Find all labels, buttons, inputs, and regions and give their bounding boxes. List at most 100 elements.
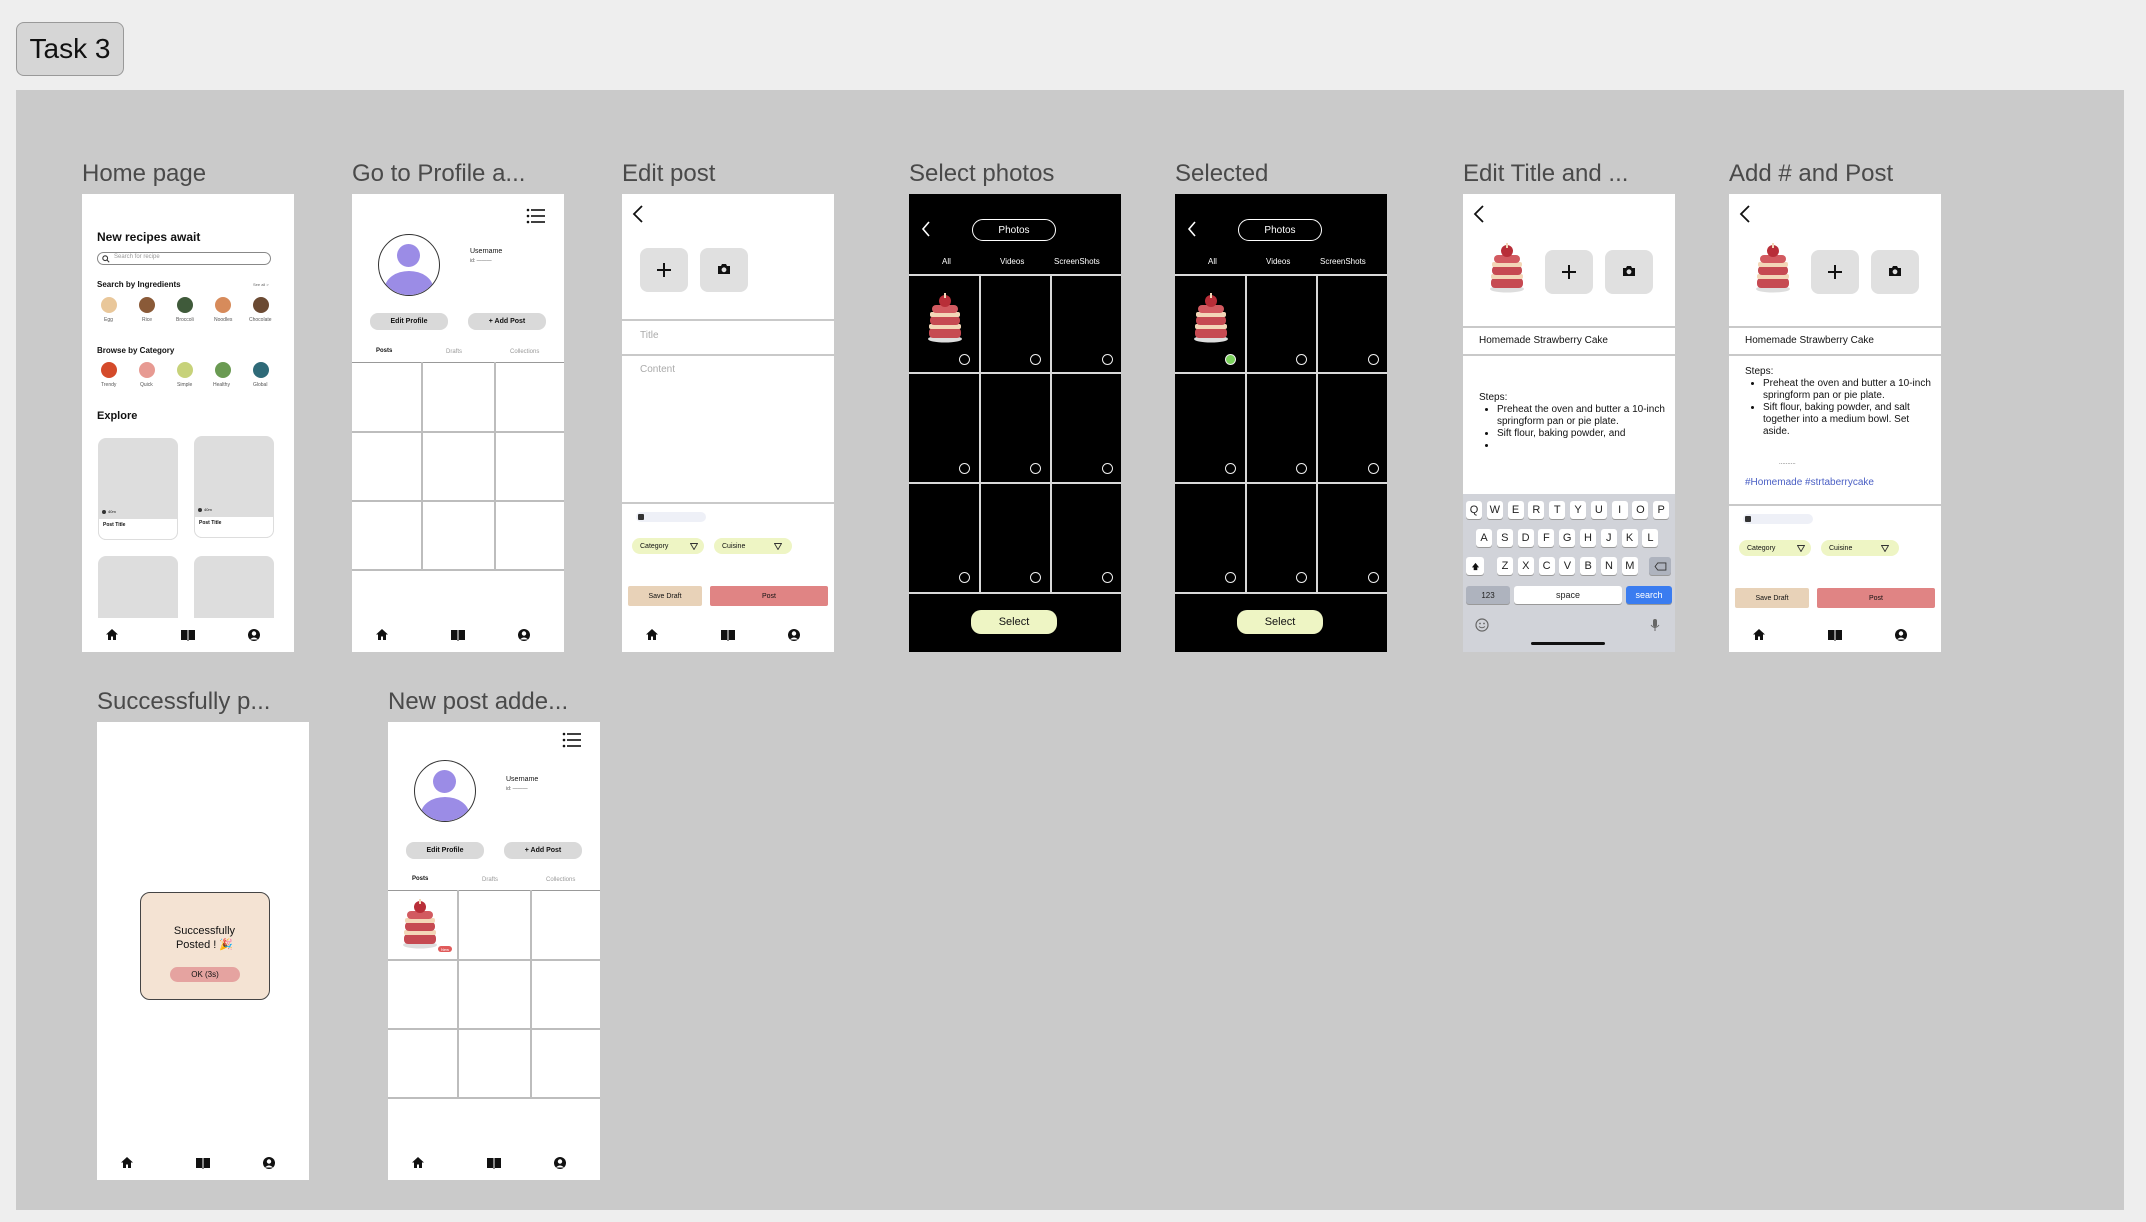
photos-tab[interactable]: Photos: [1238, 219, 1322, 241]
tab-posts[interactable]: Posts: [412, 876, 428, 882]
book-icon[interactable]: [195, 1156, 211, 1170]
emoji-icon[interactable]: [1475, 618, 1489, 637]
selected-check[interactable]: [1225, 354, 1236, 365]
home-icon[interactable]: [120, 1156, 134, 1169]
key-n[interactable]: N: [1601, 557, 1617, 575]
home-icon[interactable]: [375, 628, 389, 641]
tab-collections[interactable]: Collections: [546, 877, 575, 883]
save-draft-button[interactable]: Save Draft: [628, 586, 702, 606]
back-icon[interactable]: [921, 220, 931, 238]
frame-profile[interactable]: Username id: ——— Edit Profile + Add Post…: [352, 194, 564, 652]
home-icon[interactable]: [645, 628, 659, 641]
task-label[interactable]: Task 3: [16, 22, 124, 76]
profile-icon[interactable]: [1894, 628, 1908, 642]
strawberry-cake-thumbnail[interactable]: [1753, 242, 1793, 294]
explore-card[interactable]: [194, 556, 274, 618]
select-circle[interactable]: [1368, 463, 1379, 474]
profile-icon[interactable]: [247, 628, 261, 642]
edit-profile-button[interactable]: Edit Profile: [370, 313, 448, 330]
select-button[interactable]: Select: [1237, 610, 1323, 634]
profile-icon[interactable]: [262, 1156, 276, 1170]
key-b[interactable]: B: [1580, 557, 1597, 575]
avatar[interactable]: [378, 234, 440, 296]
frame-title-select[interactable]: Select photos: [909, 160, 1054, 188]
frame-title-edit[interactable]: Edit post: [622, 160, 715, 188]
key-y[interactable]: Y: [1570, 501, 1586, 519]
key-f[interactable]: F: [1538, 529, 1555, 547]
select-circle[interactable]: [1102, 463, 1113, 474]
hashtags[interactable]: #Homemade #strtaberrycake: [1745, 477, 1874, 488]
frame-title-profile[interactable]: Go to Profile a...: [352, 160, 525, 188]
home-icon[interactable]: [411, 1156, 425, 1169]
cuisine-dropdown[interactable]: Cuisine: [714, 538, 792, 554]
add-photo-button[interactable]: [1545, 250, 1593, 294]
shift-key[interactable]: [1466, 557, 1484, 575]
frame-title-edit-title[interactable]: Edit Title and ...: [1463, 160, 1628, 188]
tab-all[interactable]: All: [1208, 257, 1217, 266]
select-circle[interactable]: [1102, 572, 1113, 583]
select-circle[interactable]: [1225, 463, 1236, 474]
key-c[interactable]: C: [1538, 557, 1555, 575]
key-h[interactable]: H: [1580, 529, 1596, 547]
book-icon[interactable]: [450, 628, 466, 642]
frame-title-success[interactable]: Successfully p...: [97, 688, 270, 716]
book-icon[interactable]: [180, 628, 196, 642]
tab-drafts[interactable]: Drafts: [482, 877, 498, 883]
frame-title-home[interactable]: Home page: [82, 160, 206, 188]
select-circle[interactable]: [1225, 572, 1236, 583]
add-post-button[interactable]: + Add Post: [468, 313, 546, 330]
healthy-icon[interactable]: [215, 362, 231, 378]
tab-videos[interactable]: Videos: [1266, 257, 1290, 266]
frame-edit-post[interactable]: Title Content Category Cuisine Save Draf…: [622, 194, 834, 652]
select-circle[interactable]: [959, 572, 970, 583]
avatar[interactable]: [414, 760, 476, 822]
back-icon[interactable]: [1739, 204, 1751, 224]
home-icon[interactable]: [1752, 628, 1766, 641]
key-t[interactable]: T: [1549, 501, 1566, 519]
search-input[interactable]: Search for recipe: [97, 252, 271, 265]
key-z[interactable]: Z: [1497, 557, 1513, 575]
category-dropdown[interactable]: Category: [632, 538, 704, 554]
key-d[interactable]: D: [1517, 529, 1534, 547]
menu-icon[interactable]: [526, 208, 546, 224]
tab-drafts[interactable]: Drafts: [446, 349, 462, 355]
frame-title-add-tag[interactable]: Add # and Post: [1729, 160, 1893, 188]
tab-all[interactable]: All: [942, 257, 951, 266]
frame-add-tag[interactable]: Homemade Strawberry Cake Steps: Preheat …: [1729, 194, 1941, 652]
frame-title-selected[interactable]: Selected: [1175, 160, 1268, 188]
frame-home[interactable]: New recipes await Search for recipe Sear…: [82, 194, 294, 652]
key-s[interactable]: S: [1496, 529, 1513, 547]
post-button[interactable]: Post: [1817, 588, 1935, 608]
post-title-input[interactable]: Homemade Strawberry Cake: [1745, 335, 1874, 346]
book-icon[interactable]: [486, 1156, 502, 1170]
select-button[interactable]: Select: [971, 610, 1057, 634]
select-circle[interactable]: [1030, 572, 1041, 583]
quick-icon[interactable]: [139, 362, 155, 378]
select-circle[interactable]: [959, 354, 970, 365]
select-circle[interactable]: [1102, 354, 1113, 365]
key-g[interactable]: G: [1559, 529, 1576, 547]
explore-card[interactable]: [98, 556, 178, 618]
select-circle[interactable]: [1296, 463, 1307, 474]
post-button[interactable]: Post: [710, 586, 828, 606]
tab-videos[interactable]: Videos: [1000, 257, 1024, 266]
key-o[interactable]: O: [1632, 501, 1649, 519]
explore-card[interactable]: 40m Post Title: [98, 438, 178, 540]
tab-posts[interactable]: Posts: [376, 348, 392, 354]
strawberry-cake-photo[interactable]: [1191, 292, 1231, 344]
key-u[interactable]: U: [1590, 501, 1607, 519]
profile-icon[interactable]: [787, 628, 801, 642]
ok-button[interactable]: OK (3s): [170, 967, 240, 982]
photos-tab[interactable]: Photos: [972, 219, 1056, 241]
key-v[interactable]: V: [1559, 557, 1576, 575]
rice-icon[interactable]: [139, 297, 155, 313]
key-i[interactable]: I: [1611, 501, 1628, 519]
key-p[interactable]: P: [1653, 501, 1670, 519]
tab-screenshots[interactable]: ScreenShots: [1320, 257, 1366, 266]
explore-card[interactable]: 40m Post Title: [194, 436, 274, 538]
camera-button[interactable]: [1605, 250, 1653, 294]
key-e[interactable]: E: [1507, 501, 1524, 519]
chocolate-icon[interactable]: [253, 297, 269, 313]
noodles-icon[interactable]: [215, 297, 231, 313]
frame-select-photos[interactable]: Photos All Videos ScreenShots Select: [909, 194, 1121, 652]
